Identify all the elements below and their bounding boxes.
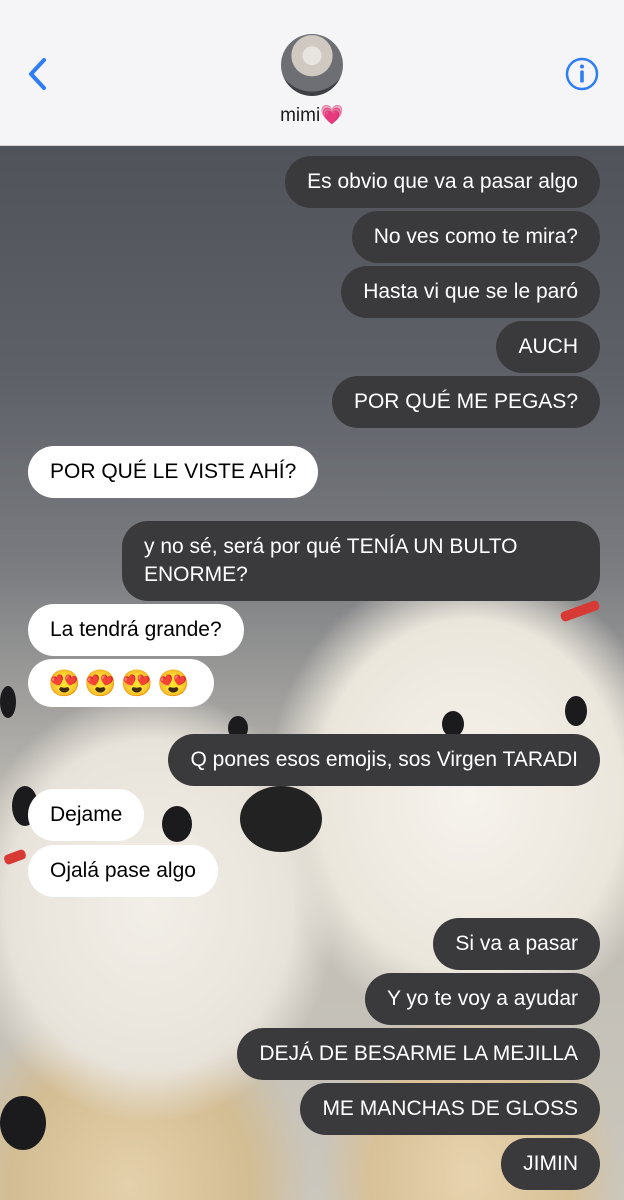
received-message[interactable]: 😍😍😍😍 xyxy=(28,659,214,707)
sent-message[interactable]: AUCH xyxy=(496,321,600,373)
info-circle-icon xyxy=(565,57,599,91)
sent-message[interactable]: Y yo te voy a ayudar xyxy=(364,973,600,1025)
sent-message[interactable]: DEJÁ DE BESARME LA MEJILLA xyxy=(237,1028,600,1080)
back-button[interactable] xyxy=(22,52,58,96)
sent-message[interactable]: Hasta vi que se le paró xyxy=(341,266,600,318)
received-message[interactable]: Dejame xyxy=(28,789,145,841)
received-message[interactable]: La tendrá grande? xyxy=(28,604,244,656)
sent-message[interactable]: Si va a pasar xyxy=(433,918,600,970)
chevron-left-icon xyxy=(29,58,46,90)
sent-message[interactable]: Q pones esos emojis, sos Virgen TARADI xyxy=(168,734,600,786)
info-button[interactable] xyxy=(564,56,600,92)
wallpaper-dot xyxy=(565,696,587,726)
sent-message[interactable]: No ves como te mira? xyxy=(351,211,600,263)
contact-avatar[interactable] xyxy=(281,34,343,96)
wallpaper-dot xyxy=(162,806,192,842)
received-message[interactable]: Ojalá pase algo xyxy=(28,845,218,897)
sent-message[interactable]: ME MANCHAS DE GLOSS xyxy=(300,1083,600,1135)
wallpaper-mark xyxy=(559,599,601,623)
wallpaper-mark xyxy=(2,848,28,866)
wallpaper-dot xyxy=(0,686,16,718)
sent-message[interactable]: y no sé, será por qué TENÍA UN BULTO ENO… xyxy=(122,521,600,601)
sent-message[interactable]: POR QUÉ ME PEGAS? xyxy=(331,376,600,428)
received-message[interactable]: POR QUÉ LE VISTE AHÍ? xyxy=(28,446,319,498)
sent-message[interactable]: JIMIN xyxy=(501,1138,600,1190)
conversation-header: mimi💗 xyxy=(0,0,624,146)
contact-name[interactable]: mimi💗 xyxy=(0,103,624,127)
wallpaper-dot xyxy=(0,1096,46,1150)
sent-message[interactable]: Es obvio que va a pasar algo xyxy=(285,156,600,208)
wallpaper-dot xyxy=(240,786,322,852)
